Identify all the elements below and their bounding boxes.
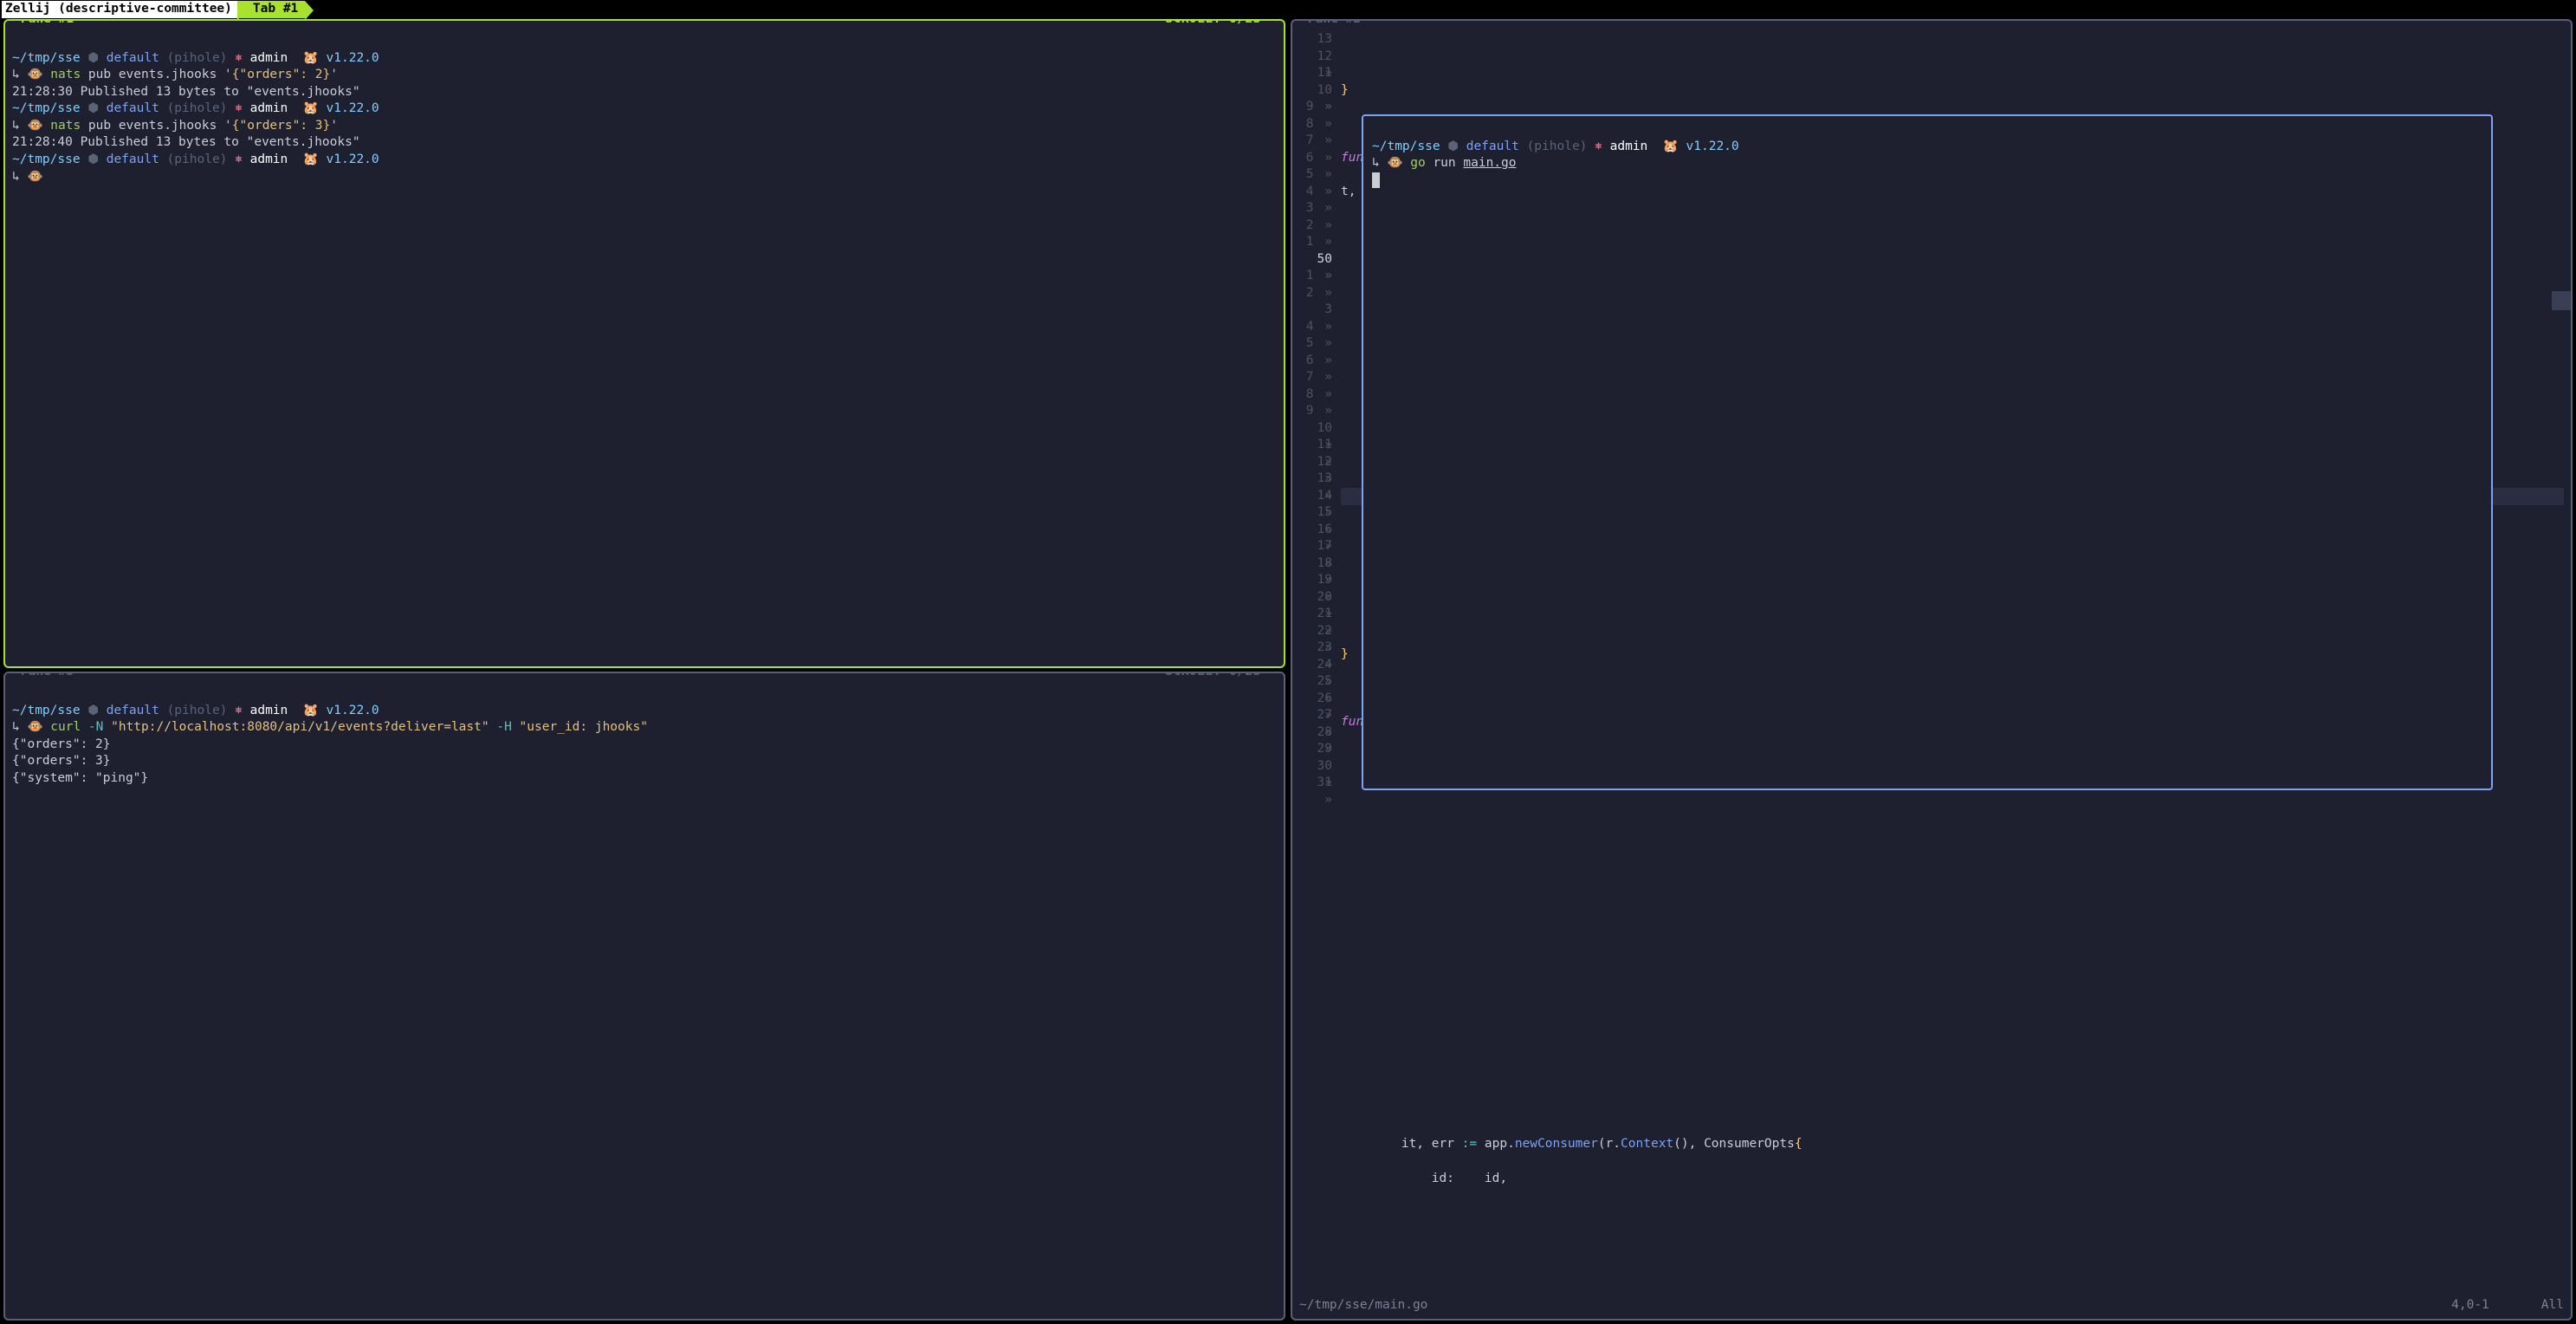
go-version: v1.22.0 xyxy=(327,51,379,65)
floating-terminal[interactable]: ~/tmp/sse ⬢ default (pihole) ⎈ admin 🐹 v… xyxy=(1362,114,2493,790)
curl-flag-N: -N xyxy=(88,720,103,734)
float-prompt-path: ~/tmp/sse xyxy=(1372,140,1440,153)
prompt-arrow: ↳ 🐵 xyxy=(12,68,50,81)
output-line: 21:28:30 Published 13 bytes to "events.j… xyxy=(12,85,360,99)
workspace: Pane #1 SCROLL: 0/23 ~/tmp/sse ⬢ default… xyxy=(0,19,2576,1324)
status-percent: All xyxy=(2541,1297,2564,1314)
session-name: Zellij (descriptive-committee) xyxy=(2,1,237,18)
separator-icon: ⬢ xyxy=(87,51,99,65)
gopher-icon: 🐹 xyxy=(303,51,319,65)
pane-3-scroll: SCROLL: 0/23 xyxy=(1160,672,1266,681)
pane-2-title: Pane #2 xyxy=(1303,19,1366,29)
line-gutter: 1312 »1110 »9 »8 »7 »6 »5 »4 »3 »2 »1 »5… xyxy=(1299,31,1341,1321)
kube-host: (pihole) xyxy=(167,51,228,65)
curl-header: "user_id: jhooks" xyxy=(520,720,648,734)
pane-1-scroll: SCROLL: 0/23 xyxy=(1160,19,1266,29)
tab-1[interactable]: Tab #1 xyxy=(237,1,305,18)
curl-url: "http://localhost:8080/api/v1/events?del… xyxy=(111,720,489,734)
kube-context: default xyxy=(107,51,159,65)
status-file: ~/tmp/sse/main.go xyxy=(1299,1297,2451,1314)
status-position: 4,0-1 xyxy=(2451,1297,2541,1314)
cmd-curl: curl xyxy=(50,720,81,734)
top-status-bar: Zellij (descriptive-committee) Tab #1 xyxy=(0,0,2576,19)
cursor-icon xyxy=(1372,172,1380,188)
pane-3[interactable]: Pane #3 SCROLL: 0/23 ~/tmp/sse ⬢ default… xyxy=(3,672,1285,1321)
pane-3-title: Pane #3 xyxy=(16,672,79,681)
kube-icon: ⎈ xyxy=(235,51,243,65)
go-run-target: main.go xyxy=(1463,156,1516,170)
editor-statusline: ~/tmp/sse/main.go 4,0-1 All xyxy=(1299,1297,2564,1314)
curl-flag-H: -H xyxy=(496,720,511,734)
pane-1-title: Pane #1 xyxy=(16,19,79,29)
pane-1[interactable]: Pane #1 SCROLL: 0/23 ~/tmp/sse ⬢ default… xyxy=(3,19,1285,668)
cmd-go: go xyxy=(1410,156,1425,170)
pane-3-body[interactable]: ~/tmp/sse ⬢ default (pihole) ⎈ admin 🐹 v… xyxy=(12,685,1277,804)
output-line: 21:28:40 Published 13 bytes to "events.j… xyxy=(12,135,360,149)
curl-output-line: {"orders": 2} xyxy=(12,737,111,751)
curl-output-line: {"orders": 3} xyxy=(12,754,111,768)
prompt-path: ~/tmp/sse xyxy=(12,51,81,65)
curl-output-line: {"system": "ping"} xyxy=(12,771,148,785)
cmd-nats: nats xyxy=(50,68,81,81)
pane-1-body[interactable]: ~/tmp/sse ⬢ default (pihole) ⎈ admin 🐹 v… xyxy=(12,33,1277,203)
prompt-arrow: ↳ 🐵 xyxy=(12,170,50,184)
pane-2[interactable]: Pane #2 1312 »1110 »9 »8 »7 »6 »5 »4 »3 … xyxy=(1291,19,2573,1321)
prompt-user: admin xyxy=(250,51,288,65)
